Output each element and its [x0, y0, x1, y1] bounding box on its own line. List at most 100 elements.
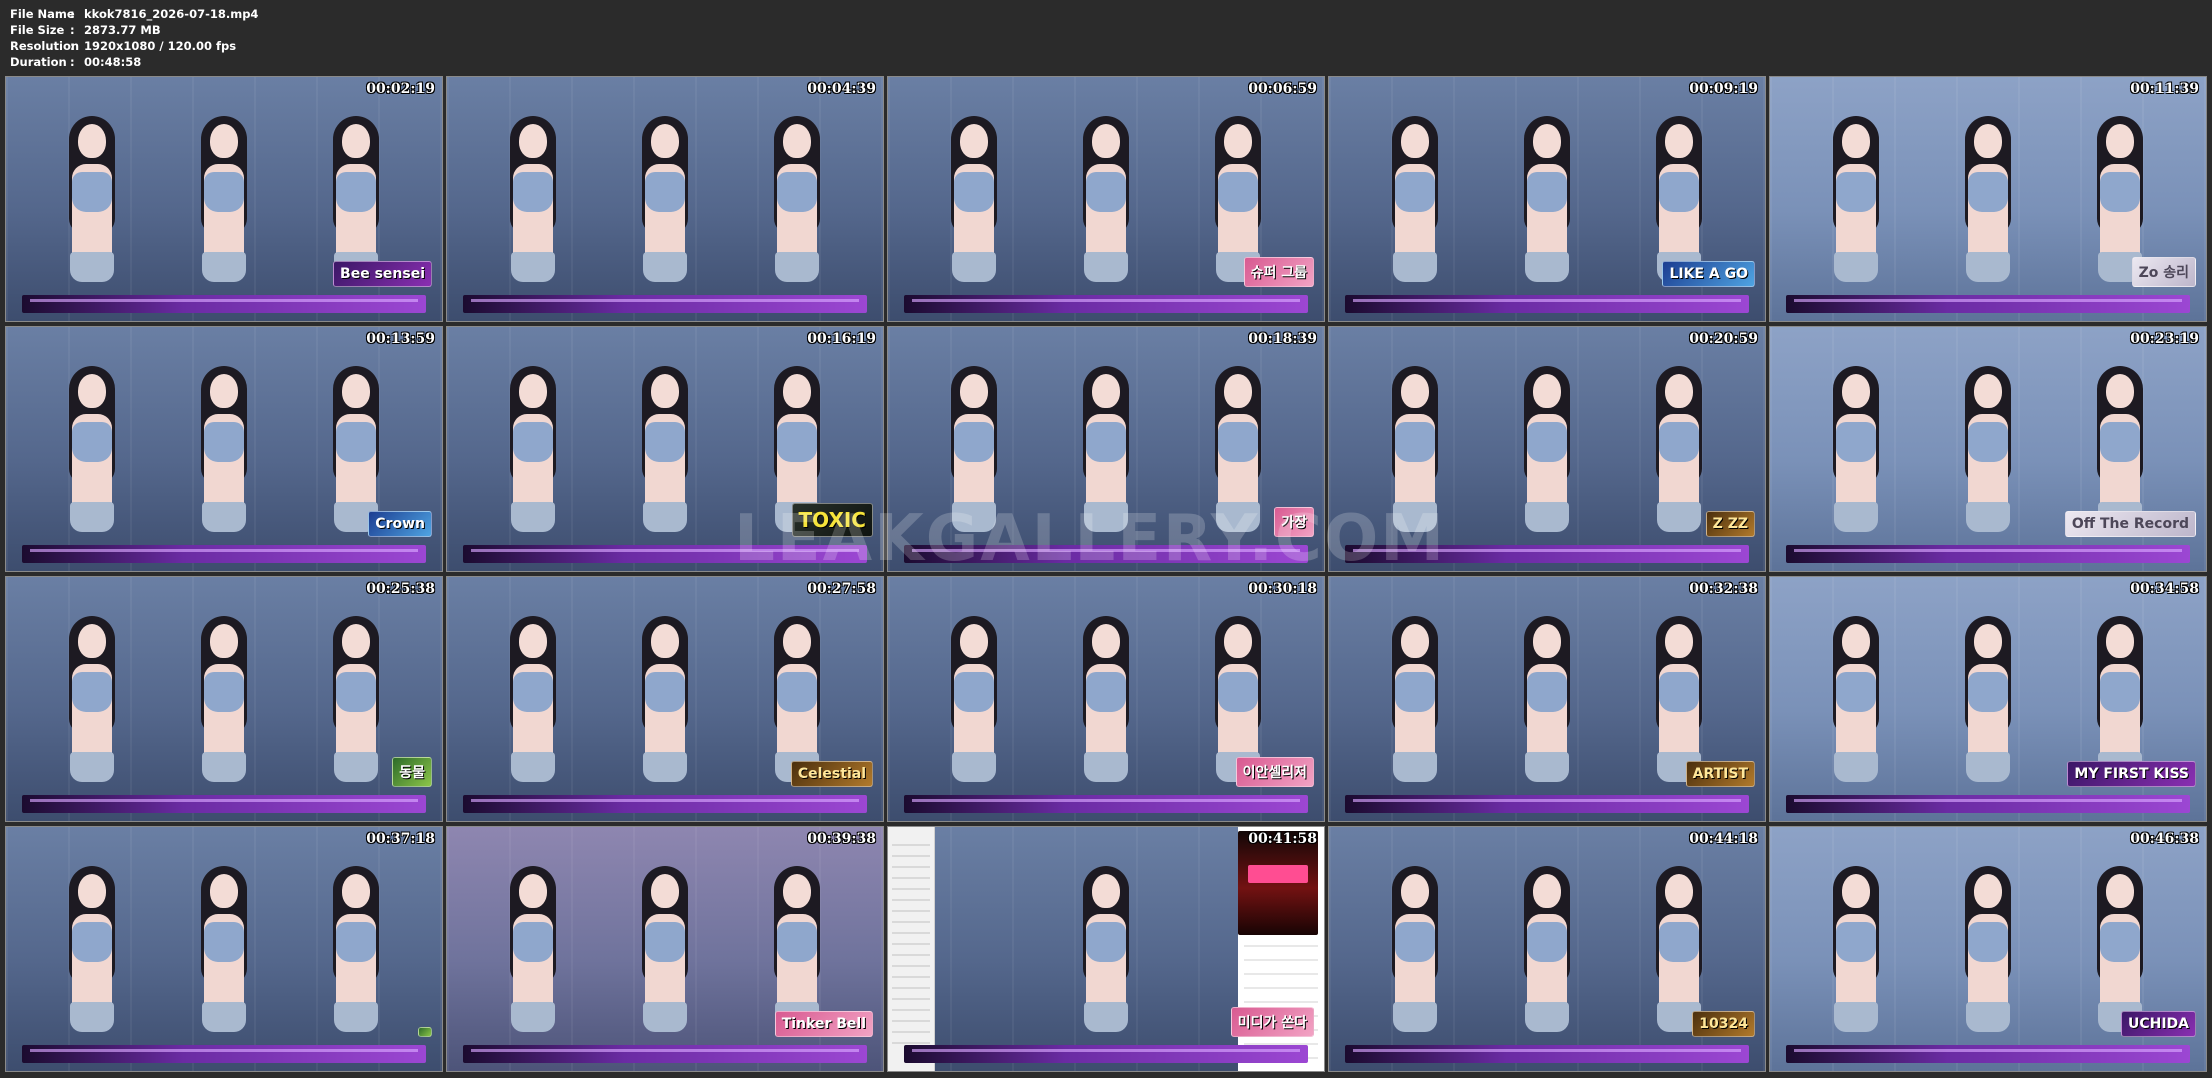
- timestamp: 00:34:58: [2130, 581, 2199, 597]
- performer-figure: [1817, 856, 1895, 1071]
- thumbnail-06: 00:13:59 Crown: [6, 327, 442, 571]
- timestamp: 00:44:18: [1689, 831, 1758, 847]
- performer-figure: [1640, 106, 1718, 321]
- performer-figure: [1640, 606, 1718, 821]
- file-size-label: File Size: [10, 23, 65, 37]
- performer-figure: [1817, 356, 1895, 571]
- overlay-badge: 가장: [1274, 507, 1314, 537]
- timestamp: 00:09:19: [1689, 81, 1758, 97]
- performer-figure: [53, 606, 131, 821]
- thumbnail-07: 00:16:19 TOXIC: [447, 327, 883, 571]
- overlay-badge: UCHIDA: [2120, 1011, 2196, 1037]
- stream-status-bar: [22, 1045, 426, 1063]
- performer-figure: [317, 106, 395, 321]
- performer-figure: [185, 356, 263, 571]
- performer-figure: [935, 106, 1013, 321]
- overlay-badge: MY FIRST KISS: [2067, 761, 2196, 787]
- overlay-badge: Off The Record: [2064, 511, 2196, 537]
- thumbnail-19: 00:44:18 10324: [1329, 827, 1765, 1071]
- thumbnail-10: 00:23:19 Off The Record: [1770, 327, 2206, 571]
- thumbnail-09: 00:20:59 Z ZZ: [1329, 327, 1765, 571]
- performer-figure: [1640, 856, 1718, 1071]
- stream-status-bar: [463, 1045, 867, 1063]
- thumbnail-15: 00:34:58 MY FIRST KISS: [1770, 577, 2206, 821]
- stream-status-bar: [1345, 295, 1749, 313]
- thumbnail-grid: 00:02:19 Bee sensei 00:04:39 00:06:59 슈퍼…: [6, 77, 2206, 1072]
- performer-figure: [1199, 106, 1277, 321]
- timestamp: 00:02:19: [366, 81, 435, 97]
- file-info: File Name : kkok7816_2026-07-18.mp4 File…: [10, 6, 258, 70]
- stream-status-bar: [1786, 295, 2190, 313]
- thumbnail-16: 00:37:18: [6, 827, 442, 1071]
- resolution-value: 1920x1080 / 120.00 fps: [84, 39, 237, 53]
- performer-figure: [1508, 106, 1586, 321]
- file-name-separator: :: [70, 7, 75, 21]
- performer-figure: [1199, 606, 1277, 821]
- overlay-badge: 이안셀리저: [1235, 757, 1314, 787]
- timestamp: 00:23:19: [2130, 331, 2199, 347]
- performer-figure: [1817, 106, 1895, 321]
- performer-figure: [758, 606, 836, 821]
- performer-figure: [317, 606, 395, 821]
- thumbnail-08: 00:18:39 가장: [888, 327, 1324, 571]
- thumbnail-13: 00:30:18 이안셀리저: [888, 577, 1324, 821]
- performer-figure: [53, 356, 131, 571]
- performer-figure: [935, 356, 1013, 571]
- performer-figures: [6, 827, 442, 1071]
- performer-figure: [494, 856, 572, 1071]
- performer-figure: [626, 606, 704, 821]
- timestamp: 00:46:38: [2130, 831, 2199, 847]
- duration-separator: :: [70, 55, 75, 69]
- performer-figure: [1067, 606, 1145, 821]
- thumbnail-01: 00:02:19 Bee sensei: [6, 77, 442, 321]
- timestamp: 00:18:39: [1248, 331, 1317, 347]
- thumbnail-11: 00:25:38 동물: [6, 577, 442, 821]
- overlay-badge: Z ZZ: [1705, 511, 1755, 537]
- performer-figure: [53, 856, 131, 1071]
- thumbnail-17: 00:39:38 Tinker Bell: [447, 827, 883, 1071]
- timestamp: 00:16:19: [807, 331, 876, 347]
- performer-figure: [1199, 356, 1277, 571]
- performer-figure: [1508, 356, 1586, 571]
- performer-figure: [626, 106, 704, 321]
- performer-figure: [1640, 356, 1718, 571]
- performer-figure: [317, 856, 395, 1071]
- performer-figure: [1817, 606, 1895, 821]
- overlay-badge: 미디가 쏜다: [1230, 1007, 1314, 1037]
- performer-figure: [1508, 606, 1586, 821]
- stream-status-bar: [463, 295, 867, 313]
- performer-figure: [1067, 856, 1145, 1071]
- timestamp: 00:04:39: [807, 81, 876, 97]
- performer-figure: [1067, 356, 1145, 571]
- stream-status-bar: [1345, 795, 1749, 813]
- performer-figure: [1376, 106, 1454, 321]
- performer-figure: [626, 856, 704, 1071]
- performer-figures: [1329, 327, 1765, 571]
- stream-status-bar: [22, 795, 426, 813]
- stream-status-bar: [1786, 1045, 2190, 1063]
- stream-status-bar: [463, 545, 867, 563]
- file-size-value: 2873.77 MB: [84, 23, 161, 37]
- performer-figure: [1949, 606, 2027, 821]
- performer-figure: [494, 106, 572, 321]
- performer-figure: [1067, 106, 1145, 321]
- resolution-label: Resolution: [10, 39, 80, 53]
- performer-figure: [494, 606, 572, 821]
- stream-status-bar: [904, 295, 1308, 313]
- performer-figure: [2081, 356, 2159, 571]
- thumbnail-18: 00:41:58 미디가 쏜다: [888, 827, 1324, 1071]
- overlay-badge: Bee sensei: [333, 261, 432, 287]
- thumbnail-20: 00:46:38 UCHIDA: [1770, 827, 2206, 1071]
- performer-figure: [1376, 356, 1454, 571]
- thumbnail-05: 00:11:39 Zo 송리: [1770, 77, 2206, 321]
- overlay-badge: TOXIC: [791, 503, 873, 537]
- overlay-badge: 슈퍼 그룹: [1243, 257, 1314, 287]
- timestamp: 00:37:18: [366, 831, 435, 847]
- overlay-badge: Tinker Bell: [774, 1011, 873, 1037]
- stream-status-bar: [22, 295, 426, 313]
- duration-row: Duration : 00:48:58: [10, 54, 258, 70]
- duration-value: 00:48:58: [84, 55, 142, 69]
- performer-figure: [185, 106, 263, 321]
- timestamp: 00:13:59: [366, 331, 435, 347]
- performer-figure: [1376, 856, 1454, 1071]
